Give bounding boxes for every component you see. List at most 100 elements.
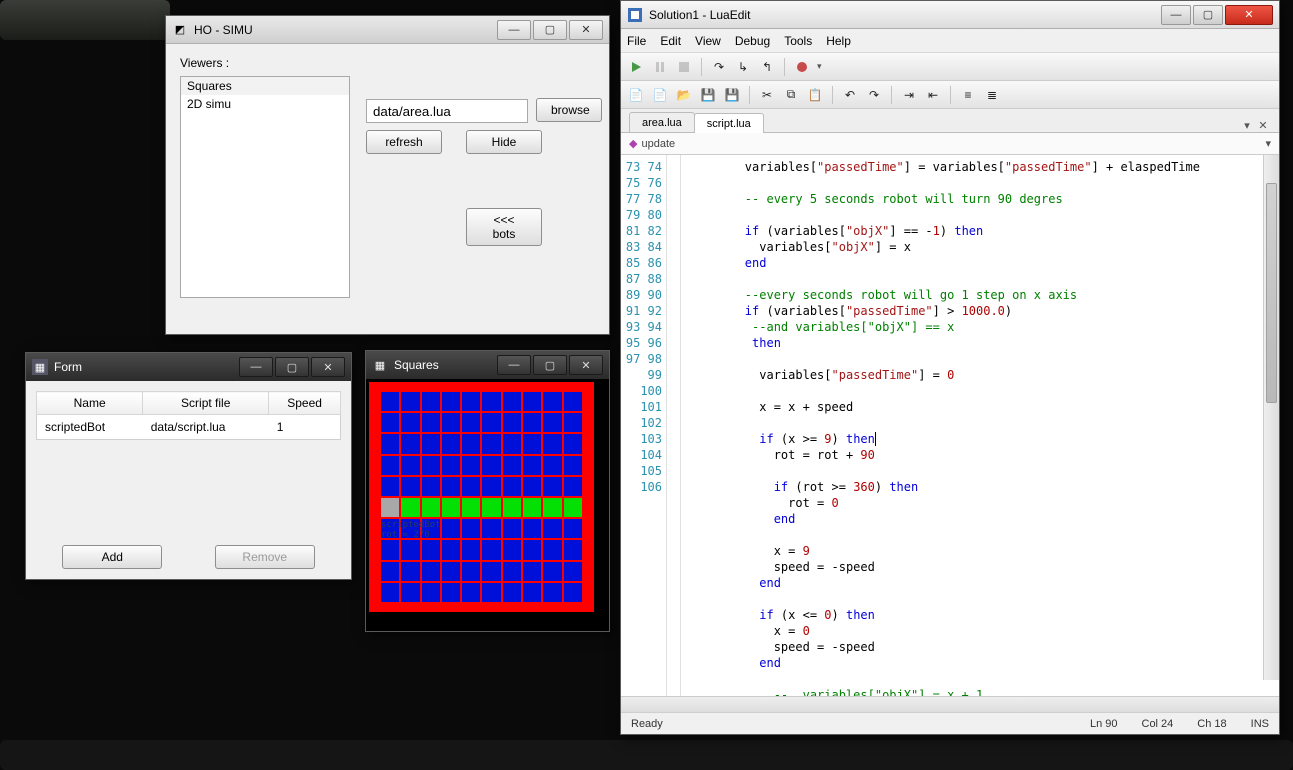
status-col: Col 24: [1142, 718, 1174, 730]
remove-button[interactable]: Remove: [215, 545, 315, 569]
tab-area[interactable]: area.lua: [629, 112, 695, 132]
menu-tools[interactable]: Tools: [784, 34, 812, 48]
squares-titlebar[interactable]: ▦ Squares — ▢ ✕: [366, 351, 609, 379]
vertical-scrollbar[interactable]: [1263, 155, 1279, 680]
save-all-icon[interactable]: 💾: [723, 86, 741, 104]
table-row[interactable]: scriptedBot data/script.lua 1: [37, 415, 341, 440]
cell-speed: 1: [269, 415, 341, 440]
status-ready: Ready: [631, 718, 663, 730]
hosimu-title: HO - SIMU: [194, 23, 489, 37]
undo-icon[interactable]: ↶: [841, 86, 859, 104]
step-out-icon[interactable]: ↰: [758, 58, 776, 76]
hosimu-titlebar[interactable]: ◩ HO - SIMU — ▢ ✕: [166, 16, 609, 44]
cell-script: data/script.lua: [143, 415, 269, 440]
horizontal-scrollbar[interactable]: [621, 696, 1279, 712]
paste-icon[interactable]: 📋: [806, 86, 824, 104]
col-name[interactable]: Name: [37, 392, 143, 415]
menubar: File Edit View Debug Tools Help: [621, 29, 1279, 53]
open-icon[interactable]: 📂: [675, 86, 693, 104]
menu-file[interactable]: File: [627, 34, 646, 48]
form-icon: ▦: [32, 359, 48, 375]
tab-bar: area.lua script.lua ▾ ✕: [621, 109, 1279, 133]
new-file-icon[interactable]: 📄: [651, 86, 669, 104]
maximize-button[interactable]: ▢: [533, 355, 567, 375]
minimize-button[interactable]: —: [1161, 5, 1191, 25]
menu-view[interactable]: View: [695, 34, 721, 48]
squares-title: Squares: [394, 358, 489, 372]
close-button[interactable]: ✕: [1225, 5, 1273, 25]
luaedit-icon: [627, 7, 643, 23]
main-toolbar: 📄 📄 📂 💾 💾 ✂ ⧉ 📋 ↶ ↷ ⇥ ⇤ ≡ ≣: [621, 81, 1279, 109]
indent-icon[interactable]: ⇥: [900, 86, 918, 104]
refresh-button[interactable]: refresh: [366, 130, 442, 154]
function-name: update: [641, 138, 675, 150]
copy-icon[interactable]: ⧉: [782, 86, 800, 104]
overlay-text: scriptedBot rot = 270: [381, 520, 441, 540]
minimize-button[interactable]: —: [497, 355, 531, 375]
breakpoint-icon[interactable]: [793, 58, 811, 76]
luaedit-titlebar[interactable]: Solution1 - LuaEdit — ▢ ✕: [621, 1, 1279, 29]
outdent-icon[interactable]: ⇤: [924, 86, 942, 104]
step-over-icon[interactable]: ↷: [710, 58, 728, 76]
squares-icon: ▦: [372, 357, 388, 373]
luaedit-window: Solution1 - LuaEdit — ▢ ✕ File Edit View…: [620, 0, 1280, 735]
form-title: Form: [54, 360, 231, 374]
viewers-label: Viewers :: [180, 56, 229, 70]
tab-dropdown-icon[interactable]: ▾: [1239, 119, 1255, 132]
close-button[interactable]: ✕: [311, 357, 345, 377]
minimize-button[interactable]: —: [497, 20, 531, 40]
viewer-item-2dsimu[interactable]: 2D simu: [181, 95, 349, 113]
status-line: Ln 90: [1090, 718, 1118, 730]
bots-table[interactable]: Name Script file Speed scriptedBot data/…: [36, 391, 341, 440]
status-ch: Ch 18: [1197, 718, 1226, 730]
maximize-button[interactable]: ▢: [275, 357, 309, 377]
line-gutter: 73 74 75 76 77 78 79 80 81 82 83 84 85 8…: [621, 155, 667, 696]
cell-name: scriptedBot: [37, 415, 143, 440]
minimize-button[interactable]: —: [239, 357, 273, 377]
close-button[interactable]: ✕: [569, 355, 603, 375]
bots-button[interactable]: <<< bots: [466, 208, 542, 246]
viewers-list[interactable]: Squares 2D simu: [180, 76, 350, 298]
viewer-item-squares[interactable]: Squares: [181, 77, 349, 95]
cut-icon[interactable]: ✂: [758, 86, 776, 104]
stop-icon[interactable]: [675, 58, 693, 76]
squares-canvas: scriptedBot rot = 270: [369, 382, 594, 612]
code-content[interactable]: variables["passedTime"] = variables["pas…: [681, 155, 1279, 696]
new-project-icon[interactable]: 📄: [627, 86, 645, 104]
redo-icon[interactable]: ↷: [865, 86, 883, 104]
menu-debug[interactable]: Debug: [735, 34, 770, 48]
hosimu-window: ◩ HO - SIMU — ▢ ✕ Viewers : Squares 2D s…: [165, 15, 610, 335]
squares-window: ▦ Squares — ▢ ✕ scriptedBot rot = 270: [365, 350, 610, 632]
run-icon[interactable]: [627, 58, 645, 76]
fold-gutter[interactable]: [667, 155, 681, 696]
app-icon: ◩: [172, 22, 188, 38]
scrollbar-thumb[interactable]: [1266, 183, 1277, 403]
pause-icon[interactable]: [651, 58, 669, 76]
menu-help[interactable]: Help: [826, 34, 851, 48]
path-input[interactable]: [366, 99, 528, 123]
form-titlebar[interactable]: ▦ Form — ▢ ✕: [26, 353, 351, 381]
chevron-down-icon[interactable]: ▾: [1265, 137, 1271, 150]
hide-button[interactable]: Hide: [466, 130, 542, 154]
status-mode: INS: [1251, 718, 1269, 730]
tab-close-icon[interactable]: ✕: [1255, 119, 1271, 132]
col-script[interactable]: Script file: [143, 392, 269, 415]
comment-icon[interactable]: ≡: [959, 86, 977, 104]
step-into-icon[interactable]: ↳: [734, 58, 752, 76]
luaedit-title: Solution1 - LuaEdit: [649, 8, 1153, 22]
uncomment-icon[interactable]: ≣: [983, 86, 1001, 104]
form-window: ▦ Form — ▢ ✕ Name Script file Speed scri…: [25, 352, 352, 580]
debug-toolbar: ↷ ↳ ↰ ▾: [621, 53, 1279, 81]
col-speed[interactable]: Speed: [269, 392, 341, 415]
code-editor[interactable]: 73 74 75 76 77 78 79 80 81 82 83 84 85 8…: [621, 155, 1279, 696]
status-bar: Ready Ln 90 Col 24 Ch 18 INS: [621, 712, 1279, 734]
maximize-button[interactable]: ▢: [533, 20, 567, 40]
menu-edit[interactable]: Edit: [660, 34, 681, 48]
function-bar[interactable]: ◆ update ▾: [621, 133, 1279, 155]
add-button[interactable]: Add: [62, 545, 162, 569]
tab-script[interactable]: script.lua: [694, 113, 764, 133]
close-button[interactable]: ✕: [569, 20, 603, 40]
browse-button[interactable]: browse: [536, 98, 602, 122]
maximize-button[interactable]: ▢: [1193, 5, 1223, 25]
save-icon[interactable]: 💾: [699, 86, 717, 104]
